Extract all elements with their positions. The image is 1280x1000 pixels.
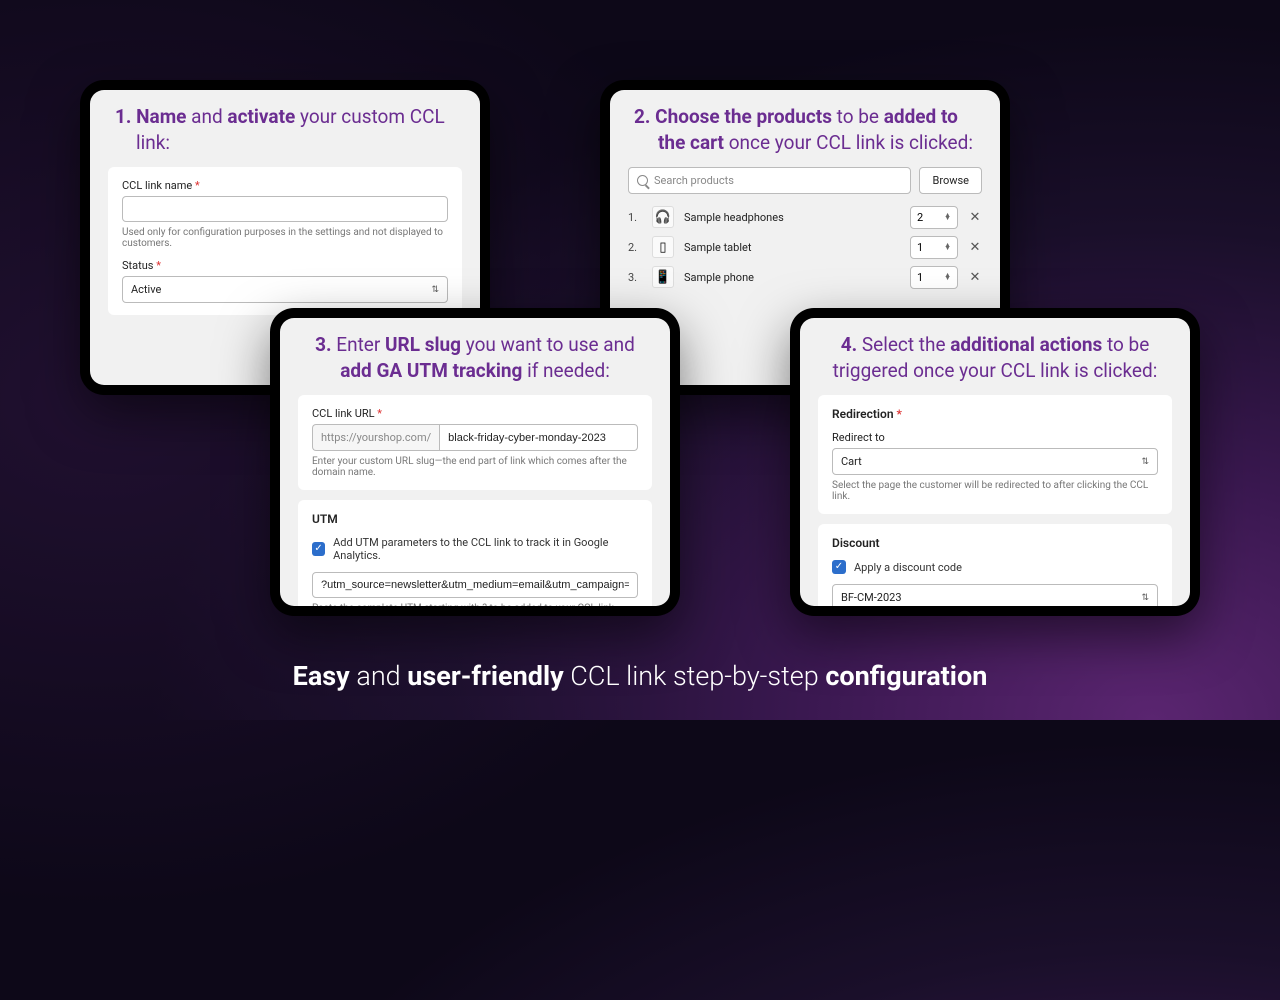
product-row: 3. 📱 Sample phone 1▲▼ ✕	[628, 262, 982, 292]
product-search-input[interactable]: Search products	[628, 167, 911, 194]
product-number: 3.	[628, 271, 642, 284]
remove-button[interactable]: ✕	[968, 210, 982, 225]
footer-tagline: Easy and user-friendly CCL link step-by-…	[0, 660, 1280, 692]
ccl-name-help: Used only for configuration purposes in …	[122, 227, 448, 249]
step2-title: 2. Choose the products to be added to th…	[628, 104, 982, 155]
remove-button[interactable]: ✕	[968, 240, 982, 255]
ccl-name-input[interactable]	[122, 196, 448, 222]
product-row: 1. 🎧 Sample headphones 2▲▼ ✕	[628, 202, 982, 232]
url-prefix: https://yourshop.com/	[312, 424, 439, 451]
search-icon	[637, 175, 648, 186]
product-row: 2. ▯ Sample tablet 1▲▼ ✕	[628, 232, 982, 262]
browse-button[interactable]: Browse	[919, 167, 982, 194]
utm-checkbox[interactable]: ✓	[312, 542, 325, 556]
chevron-updown-icon: ⇅	[1141, 457, 1149, 467]
discount-select[interactable]: BF-CM-2023 ⇅	[832, 584, 1158, 606]
product-thumbnail: 🎧	[652, 206, 674, 228]
tablet-step3: 3. Enter URL slug you want to use and ad…	[270, 308, 680, 616]
product-number: 1.	[628, 211, 642, 224]
step1-title: 1. Name and activate your custom CCL lin…	[108, 104, 462, 155]
step4-title: 4. Select the additional actions to be t…	[818, 332, 1172, 383]
redirect-help: Select the page the customer will be red…	[832, 480, 1158, 502]
url-help: Enter your custom URL slug—the end part …	[312, 456, 638, 478]
chevron-down-icon: ▼	[944, 247, 951, 251]
chevron-updown-icon: ⇅	[431, 285, 439, 295]
url-slug-input[interactable]	[439, 424, 638, 451]
product-thumbnail: ▯	[652, 236, 674, 258]
ccl-name-label: CCL link name *	[122, 179, 448, 192]
product-name: Sample headphones	[684, 211, 900, 224]
tablet-step4: 4. Select the additional actions to be t…	[790, 308, 1200, 616]
redirection-heading: Redirection *	[832, 407, 1158, 421]
status-select[interactable]: Active ⇅	[122, 276, 448, 303]
quantity-stepper[interactable]: 1▲▼	[910, 266, 958, 289]
chevron-down-icon: ▼	[944, 277, 951, 281]
discount-heading: Discount	[832, 536, 1158, 550]
product-name: Sample tablet	[684, 241, 900, 254]
remove-button[interactable]: ✕	[968, 270, 982, 285]
url-label: CCL link URL *	[312, 407, 638, 420]
product-name: Sample phone	[684, 271, 900, 284]
status-label: Status *	[122, 259, 448, 272]
redirect-label: Redirect to	[832, 431, 1158, 444]
discount-check-label: Apply a discount code	[854, 561, 962, 574]
utm-help: Paste the complete UTM starting with ? t…	[312, 603, 638, 606]
step3-title: 3. Enter URL slug you want to use and ad…	[298, 332, 652, 383]
utm-check-label: Add UTM parameters to the CCL link to tr…	[333, 536, 638, 562]
chevron-updown-icon: ⇅	[1141, 593, 1149, 603]
chevron-down-icon: ▼	[944, 217, 951, 221]
discount-checkbox[interactable]: ✓	[832, 560, 846, 574]
product-thumbnail: 📱	[652, 266, 674, 288]
utm-heading: UTM	[312, 512, 638, 526]
redirect-select[interactable]: Cart ⇅	[832, 448, 1158, 475]
quantity-stepper[interactable]: 2▲▼	[910, 206, 958, 229]
product-number: 2.	[628, 241, 642, 254]
quantity-stepper[interactable]: 1▲▼	[910, 236, 958, 259]
utm-input[interactable]	[312, 572, 638, 598]
